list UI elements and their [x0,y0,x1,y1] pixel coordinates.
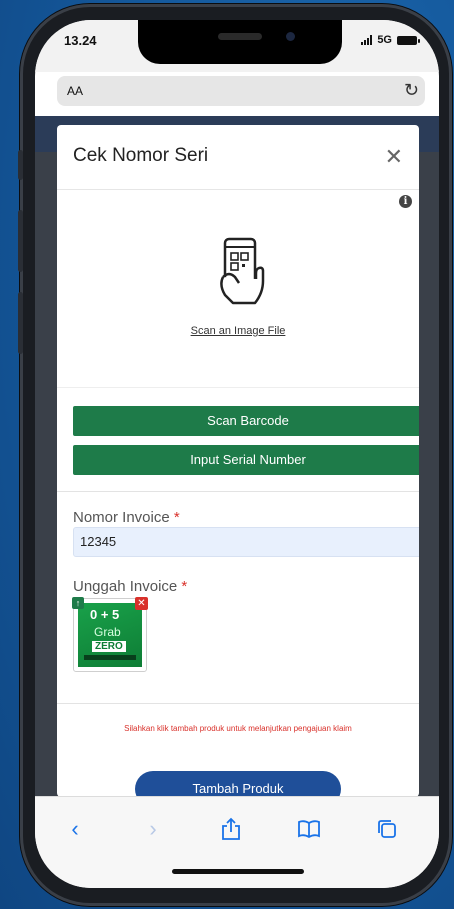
scan-barcode-button[interactable]: Scan Barcode [73,406,419,436]
volume-up-button [18,210,23,272]
back-icon[interactable]: ‹ [55,809,95,849]
tabs-icon[interactable] [367,809,407,849]
section-divider [57,703,419,704]
add-product-button[interactable]: Tambah Produk [135,771,341,797]
invoice-image: 0 + 5 Grab ZERO [78,603,142,667]
notch [138,20,342,64]
reload-icon[interactable]: ↻ [404,80,419,101]
volume-down-button [18,292,23,354]
speaker-grille [218,33,262,40]
scan-image-file-link[interactable]: Scan an Image File [57,325,419,337]
forward-icon: › [149,816,157,841]
front-camera [286,32,295,41]
signal-icon [361,35,373,45]
invoice-upload-label: Unggah Invoice * [73,578,188,595]
thumbnail-strip [84,655,136,660]
invoice-number-input[interactable]: 12345 [73,527,419,557]
serial-check-modal: Cek Nomor Seri ✕ i Scan an Image File Sc… [57,125,419,797]
status-indicators: 5G [361,34,420,46]
close-icon[interactable]: ✕ [385,146,403,168]
invoice-number-label: Nomor Invoice * [73,509,180,526]
scan-area: i Scan an Image File [57,189,419,388]
info-icon[interactable]: i [399,195,412,208]
silent-switch [18,150,23,180]
thumbnail-text-brand: Grab [94,625,121,639]
required-mark: * [181,578,188,595]
battery-icon [397,35,420,45]
thumbnail-text-banner: ZERO [92,641,126,652]
upload-icon[interactable]: ↑ [72,597,84,609]
section-divider [57,491,419,492]
status-bar: 13.24 5G [35,20,439,72]
safari-toolbar: ‹ › [35,796,439,888]
remove-icon[interactable]: ✕ [135,597,148,610]
share-icon[interactable] [211,809,251,849]
modal-title: Cek Nomor Seri [73,145,209,166]
invoice-thumbnail[interactable]: 0 + 5 Grab ZERO ↑ ✕ [72,597,148,672]
home-indicator [172,869,304,874]
required-mark: * [173,509,180,526]
input-serial-number-button[interactable]: Input Serial Number [73,445,419,475]
phone-screen: 13.24 5G AA ↻ Cek Nomor Seri ✕ i Scan an… [35,20,439,888]
phone-qr-scan-icon [220,237,265,305]
reader-aa-button[interactable]: AA [67,84,83,98]
address-bar[interactable]: AA ↻ [57,76,425,106]
bookmarks-icon[interactable] [289,809,329,849]
modal-header: Cek Nomor Seri ✕ [57,125,419,190]
claim-hint-text: Silahkan klik tambah produk untuk melanj… [124,724,352,733]
status-time: 13.24 [64,33,97,48]
network-label: 5G [377,34,392,46]
thumbnail-text-top: 0 + 5 [90,607,120,622]
